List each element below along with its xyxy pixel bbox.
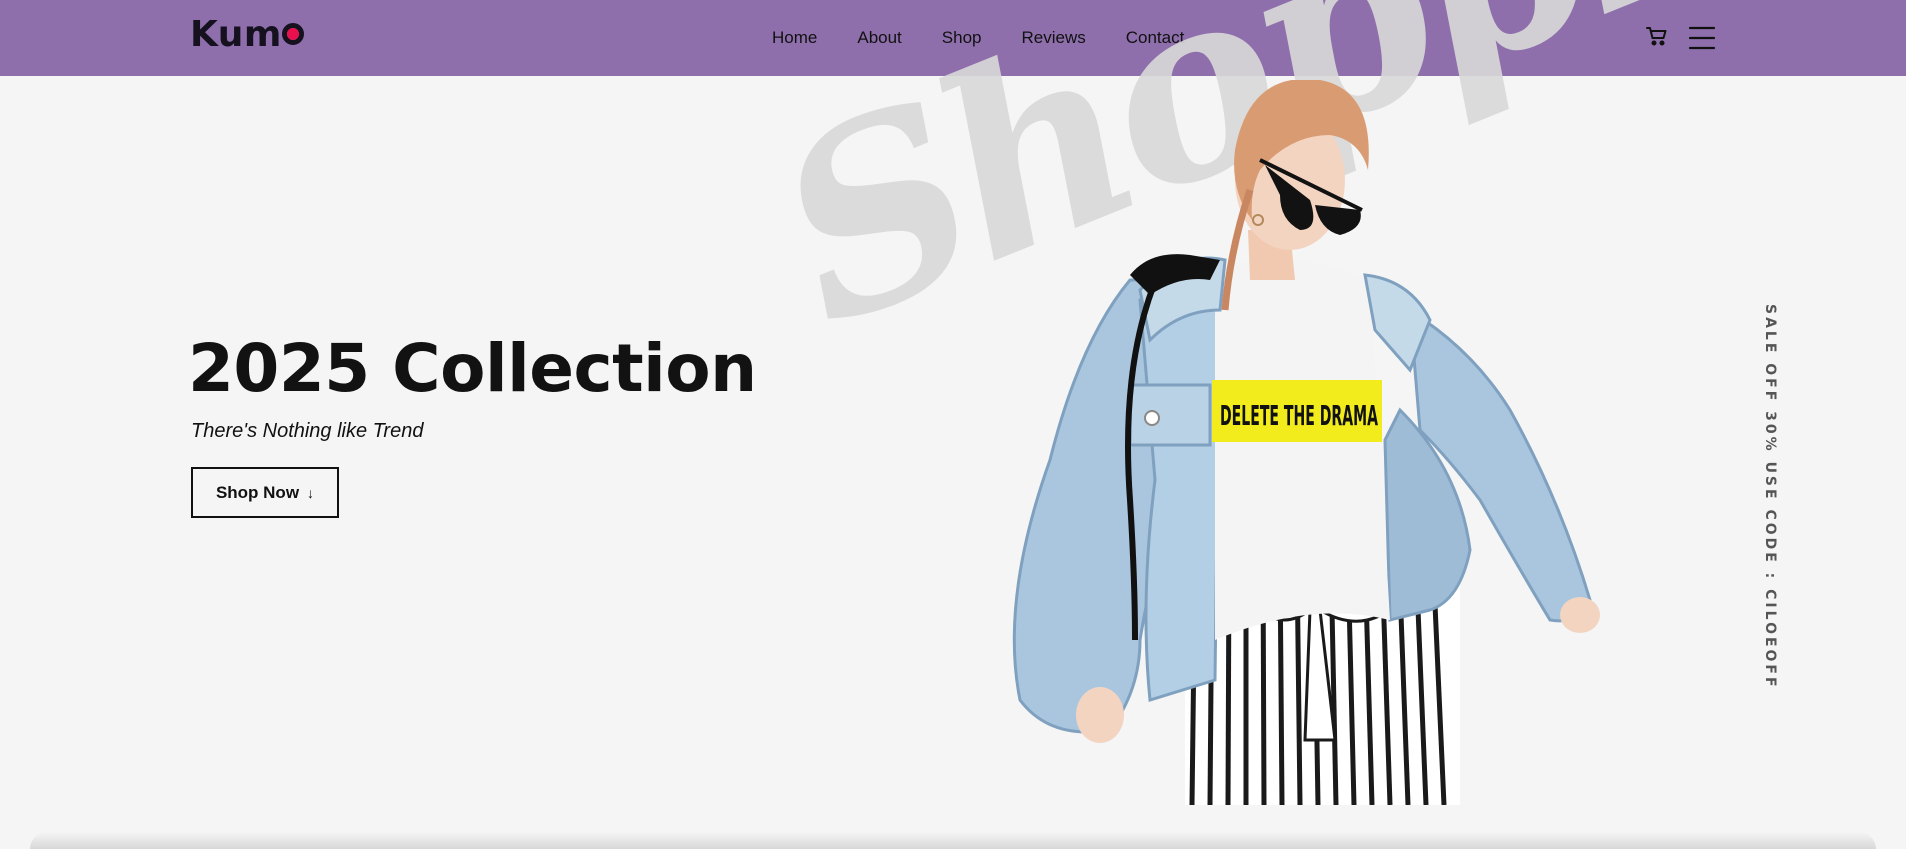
logo-accent-dot bbox=[286, 28, 299, 40]
hero-model-image: DELETE THE DRAMA bbox=[1012, 80, 1600, 805]
hero-title: 2025 Collection bbox=[188, 330, 757, 407]
hero-subtitle: There's Nothing like Trend bbox=[191, 420, 424, 442]
brand-logo[interactable]: Kum o bbox=[190, 14, 307, 55]
shop-now-button[interactable]: Shop Now ↓ bbox=[191, 467, 339, 518]
sale-promo-code: SALE OFF 30% USE CODE : CILOEOFF bbox=[1762, 304, 1778, 690]
nav-home[interactable]: Home bbox=[772, 26, 817, 50]
white-tshirt bbox=[1215, 259, 1390, 640]
tshirt-print-text: DELETE THE DRAMA bbox=[1220, 399, 1378, 432]
shop-now-label: Shop Now bbox=[215, 482, 300, 502]
logo-text: Kum bbox=[190, 14, 282, 55]
arrow-down-icon: ↓ bbox=[307, 484, 315, 501]
logo-o: o bbox=[281, 14, 307, 55]
section-divider-shadow bbox=[30, 832, 1876, 849]
